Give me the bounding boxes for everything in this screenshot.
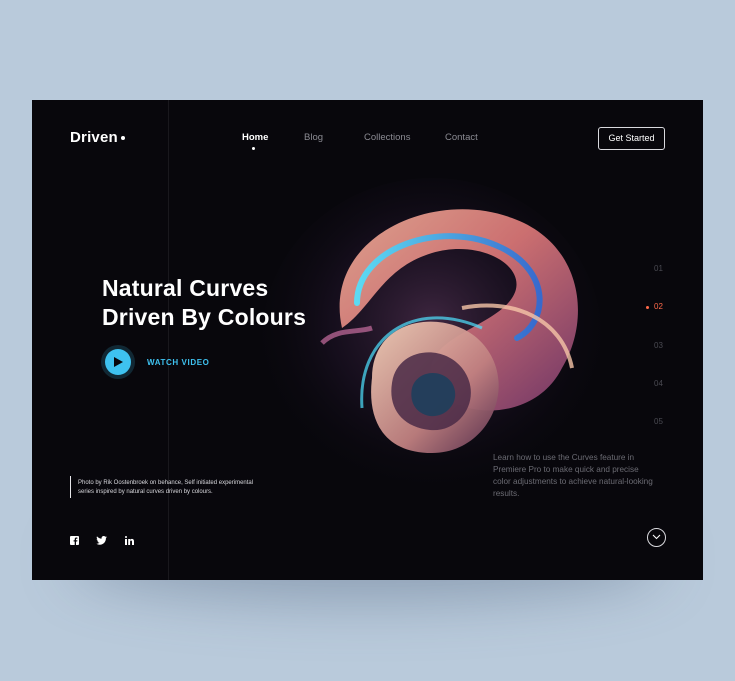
pager-active-indicator [646, 306, 649, 309]
linkedin-icon[interactable] [125, 532, 134, 550]
pager-item-05[interactable]: 05 [654, 417, 663, 426]
pager-item-01[interactable]: 01 [654, 264, 663, 273]
hero-description: Learn how to use the Curves feature in P… [493, 453, 653, 498]
hero-headline: Natural Curves Driven By Colours [102, 274, 306, 332]
nav-home[interactable]: Home [242, 132, 268, 143]
pager-item-02[interactable]: 02 [654, 302, 663, 311]
abstract-curve-artwork [262, 178, 602, 498]
twitter-icon[interactable] [96, 532, 107, 550]
scroll-down-button[interactable] [647, 528, 666, 547]
nav-contact[interactable]: Contact [445, 132, 478, 143]
active-nav-indicator [252, 147, 255, 150]
photo-credit: Photo by Rik Oostenbroek on behance, Sel… [78, 480, 254, 495]
headline-line-2: Driven By Colours [102, 304, 307, 330]
headline-line-1: Natural Curves [102, 275, 269, 301]
nav-collections[interactable]: Collections [364, 132, 410, 143]
play-icon [114, 357, 123, 367]
chevron-down-icon [652, 534, 661, 540]
hero-frame: Driven Home Blog Collections Contact Get… [32, 100, 703, 580]
get-started-button[interactable]: Get Started [598, 127, 665, 150]
play-button[interactable] [105, 349, 131, 375]
watch-video-link[interactable]: WATCH VIDEO [147, 358, 209, 367]
credit-bar [70, 476, 71, 498]
facebook-icon[interactable] [70, 532, 79, 550]
divider-line [168, 100, 169, 580]
nav-blog[interactable]: Blog [304, 132, 323, 143]
pager-item-03[interactable]: 03 [654, 341, 663, 350]
pager-item-04[interactable]: 04 [654, 379, 663, 388]
